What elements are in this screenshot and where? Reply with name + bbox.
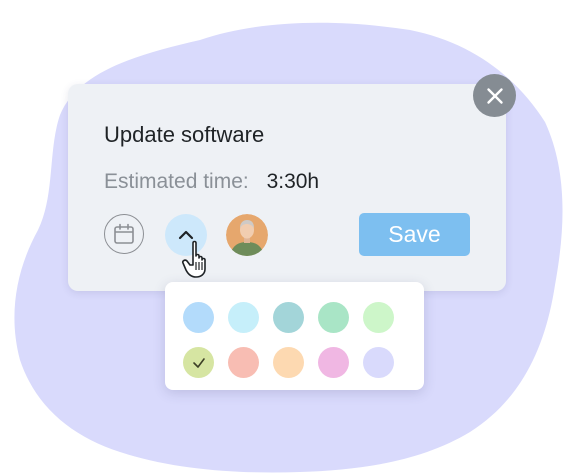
estimated-time-row: Estimated time: 3:30h xyxy=(104,170,319,194)
color-swatch[interactable] xyxy=(363,302,394,333)
color-swatch[interactable] xyxy=(273,347,304,378)
color-swatch[interactable] xyxy=(228,302,259,333)
color-swatch[interactable] xyxy=(228,347,259,378)
color-swatch-selected[interactable] xyxy=(183,347,214,378)
close-button[interactable] xyxy=(473,74,516,117)
close-icon xyxy=(486,87,503,104)
task-title[interactable]: Update software xyxy=(104,122,264,148)
hand-pointer-icon xyxy=(182,240,206,278)
task-card: Update software Estimated time: 3:30h Sa… xyxy=(68,84,506,291)
color-swatch[interactable] xyxy=(183,302,214,333)
color-swatch[interactable] xyxy=(273,302,304,333)
calendar-icon xyxy=(114,223,134,244)
avatar[interactable] xyxy=(226,214,268,256)
estimated-time-label: Estimated time: xyxy=(104,170,249,193)
user-avatar xyxy=(226,214,268,256)
stage: Update software Estimated time: 3:30h Sa… xyxy=(0,0,570,476)
estimated-time-value[interactable]: 3:30h xyxy=(267,170,320,193)
color-swatch[interactable] xyxy=(318,302,349,333)
color-palette xyxy=(165,282,424,390)
color-swatch[interactable] xyxy=(363,347,394,378)
calendar-button[interactable] xyxy=(104,214,144,254)
checkmark-icon xyxy=(192,357,205,368)
color-swatch[interactable] xyxy=(318,347,349,378)
save-button[interactable]: Save xyxy=(359,213,470,256)
